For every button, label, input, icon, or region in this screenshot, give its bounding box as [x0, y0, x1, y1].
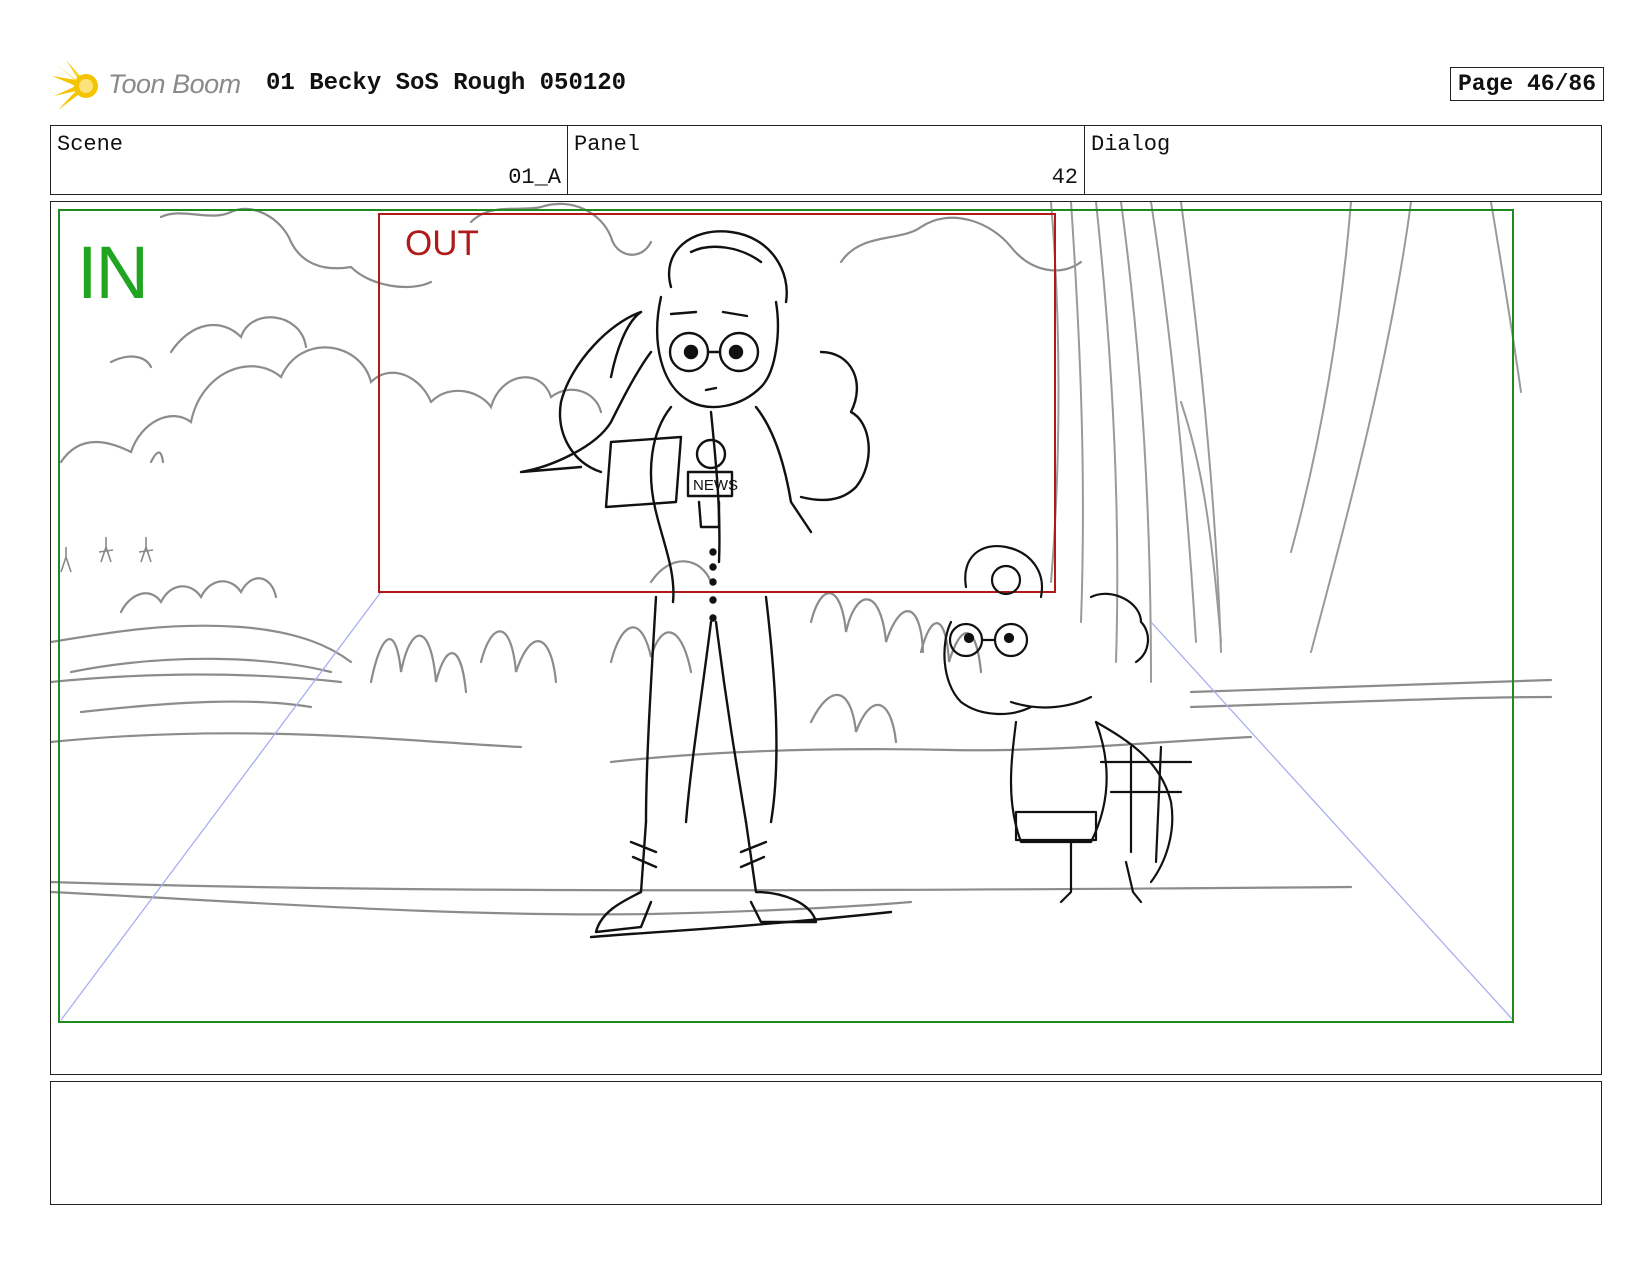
starburst-icon — [52, 60, 98, 110]
document-title: 01 Becky SoS Rough 050120 — [266, 70, 627, 97]
curtain-sketch — [1050, 202, 1522, 683]
reporter-character: NEWS — [519, 230, 893, 939]
grandma-character — [943, 544, 1193, 904]
scene-value: 01_A — [508, 165, 561, 190]
notes-box — [50, 1081, 1602, 1205]
panel-cell: Panel 42 — [568, 126, 1085, 194]
panel-info-table: Scene 01_A Panel 42 Dialog — [50, 125, 1602, 195]
in-frame-label: IN — [77, 231, 149, 314]
dialog-label: Dialog — [1091, 132, 1171, 157]
dialog-cell: Dialog — [1085, 126, 1601, 194]
page-header: Toon Boom 01 Becky SoS Rough 050120 Page… — [52, 58, 1604, 114]
scene-label: Scene — [57, 132, 124, 157]
storyboard-panel: NEWS IN OUT — [50, 201, 1602, 1075]
out-frame — [378, 213, 1056, 593]
panel-value: 42 — [1051, 165, 1078, 190]
page-number: Page 46/86 — [1449, 67, 1604, 101]
out-frame-label: OUT — [405, 224, 479, 263]
perspective-lines — [60, 591, 1514, 1021]
brand-name: Toon Boom — [108, 69, 241, 99]
mic-flag-text: NEWS — [693, 477, 738, 494]
scene-cell: Scene 01_A — [51, 126, 568, 194]
background-figures — [60, 537, 154, 573]
toon-boom-logo: Toon Boom — [52, 58, 252, 114]
panel-label: Panel — [574, 132, 641, 157]
storyboard-sketch: NEWS — [51, 202, 1553, 1023]
in-frame — [58, 209, 1514, 1023]
background-sketch — [51, 202, 1553, 916]
